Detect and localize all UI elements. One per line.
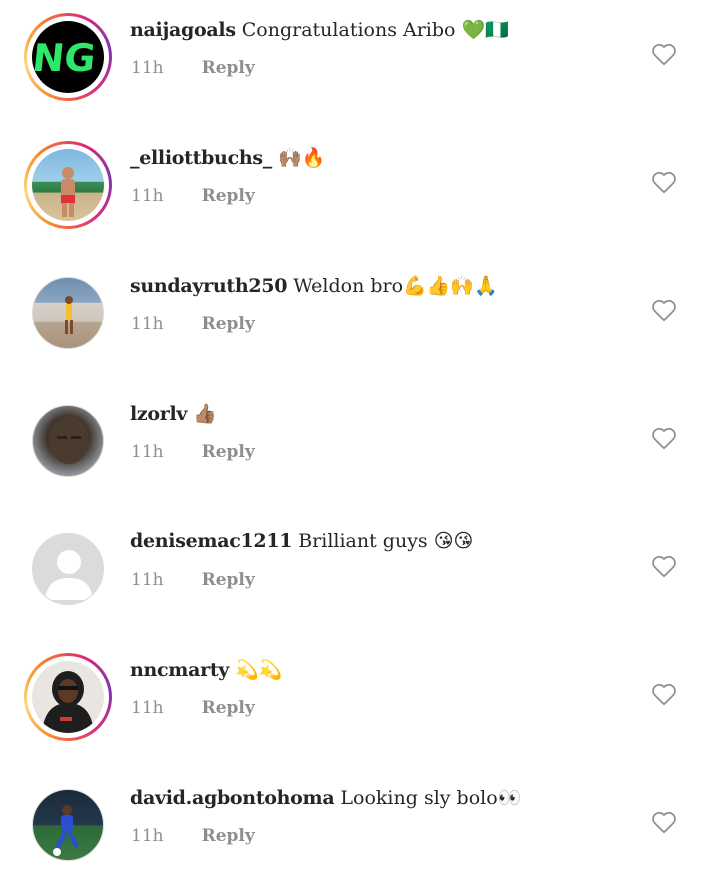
comment-emoji: 💫💫 (235, 659, 283, 681)
avatar[interactable] (24, 781, 112, 869)
comment-item: _elliottbuchs_ 🙌🏽🔥 11h Reply (0, 128, 720, 256)
comment-timestamp: 11h (131, 570, 164, 590)
comment-meta: 11h Reply (131, 58, 255, 78)
reply-button[interactable]: Reply (202, 698, 255, 718)
comment-timestamp: 11h (131, 58, 164, 78)
comment-timestamp: 11h (131, 826, 164, 846)
svg-text:NG: NG (32, 36, 98, 80)
comment-body: Weldon bro (293, 275, 404, 297)
comment-item: lzorlv 👍🏽 11h Reply (0, 384, 720, 512)
heart-outline-icon[interactable] (651, 426, 677, 450)
comment-text-line: david.agbontohoma Looking sly bolo👀 (130, 786, 521, 809)
comment-item: david.agbontohoma Looking sly bolo👀 11h R… (0, 768, 720, 896)
comment-text-line: nncmarty 💫💫 (130, 658, 282, 681)
comment-text-line: sundayruth250 Weldon bro💪👍🙌🙏 (130, 274, 498, 297)
comment-username[interactable]: lzorlv (130, 403, 187, 425)
avatar[interactable] (24, 397, 112, 485)
reply-button[interactable]: Reply (202, 58, 255, 78)
comment-timestamp: 11h (131, 442, 164, 462)
comment-meta: 11h Reply (131, 826, 255, 846)
heart-outline-icon[interactable] (651, 810, 677, 834)
comment-text-line: lzorlv 👍🏽 (130, 402, 217, 425)
comment-meta: 11h Reply (131, 186, 255, 206)
reply-button[interactable]: Reply (202, 570, 255, 590)
comment-text-line: denisemac1211 Brilliant guys 😘😘 (130, 530, 473, 552)
comment-body: Looking sly bolo (340, 787, 498, 809)
heart-outline-icon[interactable] (651, 682, 677, 706)
avatar[interactable]: NG (24, 13, 112, 101)
heart-outline-icon[interactable] (651, 554, 677, 578)
avatar[interactable] (24, 269, 112, 357)
reply-button[interactable]: Reply (202, 442, 255, 462)
comment-emoji: 😘😘 (433, 530, 474, 552)
comment-meta: 11h Reply (131, 570, 255, 590)
comment-text-line: naijagoals Congratulations Aribo 💚🇳🇬 (130, 18, 509, 41)
comment-emoji: 👍🏽 (193, 403, 217, 425)
reply-button[interactable]: Reply (202, 314, 255, 334)
comment-timestamp: 11h (131, 698, 164, 718)
comment-body: Brilliant guys (298, 530, 428, 552)
reply-button[interactable]: Reply (202, 186, 255, 206)
comment-username[interactable]: denisemac1211 (130, 530, 292, 552)
comment-emoji: 🙌🏽🔥 (278, 147, 326, 169)
comment-meta: 11h Reply (131, 698, 255, 718)
comment-item: sundayruth250 Weldon bro💪👍🙌🙏 11h Reply (0, 256, 720, 384)
heart-outline-icon[interactable] (651, 170, 677, 194)
comment-item: NG naijagoals Congratulations Aribo 💚🇳🇬 … (0, 0, 720, 128)
avatar[interactable] (24, 653, 112, 741)
comment-timestamp: 11h (131, 314, 164, 334)
comment-item: denisemac1211 Brilliant guys 😘😘 11h Reply (0, 512, 720, 640)
avatar[interactable] (24, 141, 112, 229)
heart-outline-icon[interactable] (651, 42, 677, 66)
comment-emoji: 👀 (497, 787, 522, 809)
reply-button[interactable]: Reply (202, 826, 255, 846)
comment-username[interactable]: david.agbontohoma (130, 787, 335, 809)
avatar[interactable] (24, 525, 112, 613)
comment-meta: 11h Reply (131, 442, 255, 462)
comment-emoji: 💪👍🙌🙏 (403, 275, 498, 297)
comment-username[interactable]: _elliottbuchs_ (130, 147, 272, 169)
comment-text-line: _elliottbuchs_ 🙌🏽🔥 (130, 146, 325, 169)
comment-emoji: 💚🇳🇬 (461, 19, 509, 41)
comment-timestamp: 11h (131, 186, 164, 206)
heart-outline-icon[interactable] (651, 298, 677, 322)
comment-meta: 11h Reply (131, 314, 255, 334)
comment-username[interactable]: sundayruth250 (130, 275, 287, 297)
comment-username[interactable]: naijagoals (130, 19, 236, 41)
comment-item: nncmarty 💫💫 11h Reply (0, 640, 720, 768)
comment-body: Congratulations Aribo (241, 19, 456, 41)
comment-username[interactable]: nncmarty (130, 659, 229, 681)
